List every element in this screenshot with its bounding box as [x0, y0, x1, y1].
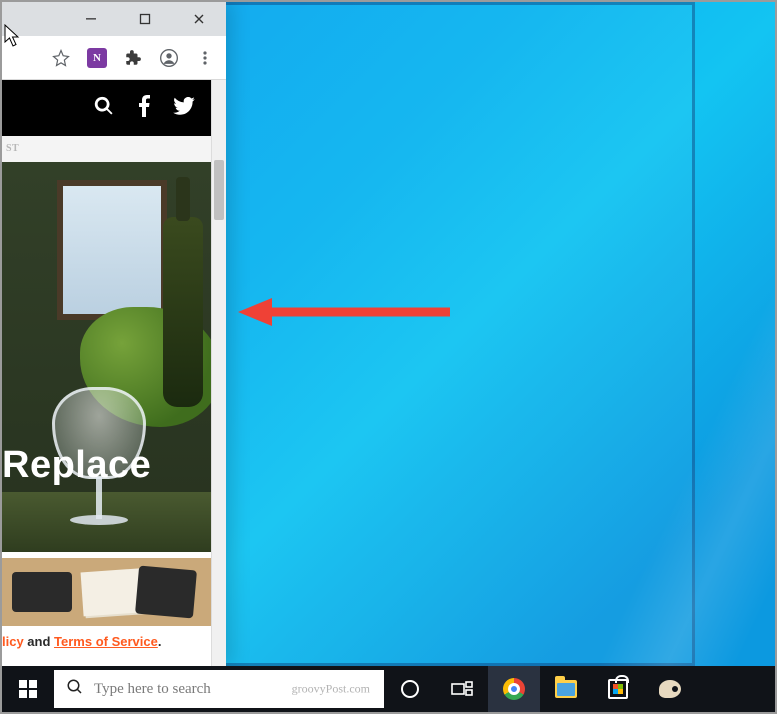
- twitter-icon[interactable]: [173, 97, 195, 120]
- profile-avatar-icon[interactable]: [158, 47, 180, 69]
- minimize-button[interactable]: [74, 6, 108, 32]
- kebab-menu-icon[interactable]: [194, 47, 216, 69]
- vertical-scrollbar[interactable]: [211, 80, 226, 666]
- taskbar-search[interactable]: Type here to search groovyPost.com: [54, 670, 384, 708]
- hero-wine-bottle: [163, 217, 203, 407]
- terms-of-service-link[interactable]: Terms of Service: [54, 634, 158, 649]
- browser-toolbar: [2, 36, 226, 80]
- file-explorer-icon: [555, 680, 577, 698]
- close-button[interactable]: [182, 6, 216, 32]
- taskbar-chrome[interactable]: [488, 666, 540, 712]
- maximize-button[interactable]: [128, 6, 162, 32]
- chrome-icon: [503, 678, 525, 700]
- web-page: ST Replace l: [2, 80, 211, 666]
- window-titlebar[interactable]: [2, 2, 226, 36]
- desktop-wallpaper: ST Replace l: [2, 2, 775, 666]
- hero-window-pane: [57, 180, 167, 320]
- search-suggestion: groovyPost.com: [292, 682, 370, 697]
- taskbar-file-explorer[interactable]: [540, 666, 592, 712]
- scrollbar-thumb[interactable]: [214, 160, 224, 220]
- microsoft-store-icon: [608, 679, 628, 699]
- site-header: [2, 80, 211, 136]
- taskbar-microsoft-store[interactable]: [592, 666, 644, 712]
- search-placeholder: Type here to search: [94, 681, 211, 698]
- legal-policy-fragment[interactable]: licy: [2, 634, 24, 649]
- search-icon[interactable]: [93, 95, 115, 122]
- taskbar-paint-app[interactable]: [644, 666, 696, 712]
- start-button[interactable]: [2, 666, 54, 712]
- hero-headline-fragment: Replace: [2, 446, 151, 484]
- cortana-button[interactable]: [384, 666, 436, 712]
- page-viewport: ST Replace l: [2, 80, 226, 666]
- hero-image: Replace: [2, 162, 211, 552]
- chrome-window: ST Replace l: [2, 2, 226, 666]
- palette-icon: [659, 680, 681, 698]
- bookmark-star-icon[interactable]: [50, 47, 72, 69]
- facebook-icon[interactable]: [137, 95, 151, 122]
- breadcrumb-tail: ST: [2, 136, 211, 162]
- windows-taskbar: Type here to search groovyPost.com: [2, 666, 775, 712]
- windows-logo-icon: [19, 680, 37, 698]
- search-magnifier-icon: [66, 678, 84, 701]
- legal-period: .: [158, 634, 162, 649]
- task-view-button[interactable]: [436, 666, 488, 712]
- promo-thumbnail[interactable]: [2, 558, 211, 626]
- legal-line: licy and Terms of Service.: [2, 626, 211, 651]
- screenshot-frame: ST Replace l: [0, 0, 777, 714]
- extensions-icon[interactable]: [122, 47, 144, 69]
- onenote-extension-icon[interactable]: [86, 47, 108, 69]
- legal-and: and: [24, 634, 54, 649]
- taskbar-items: [384, 666, 696, 712]
